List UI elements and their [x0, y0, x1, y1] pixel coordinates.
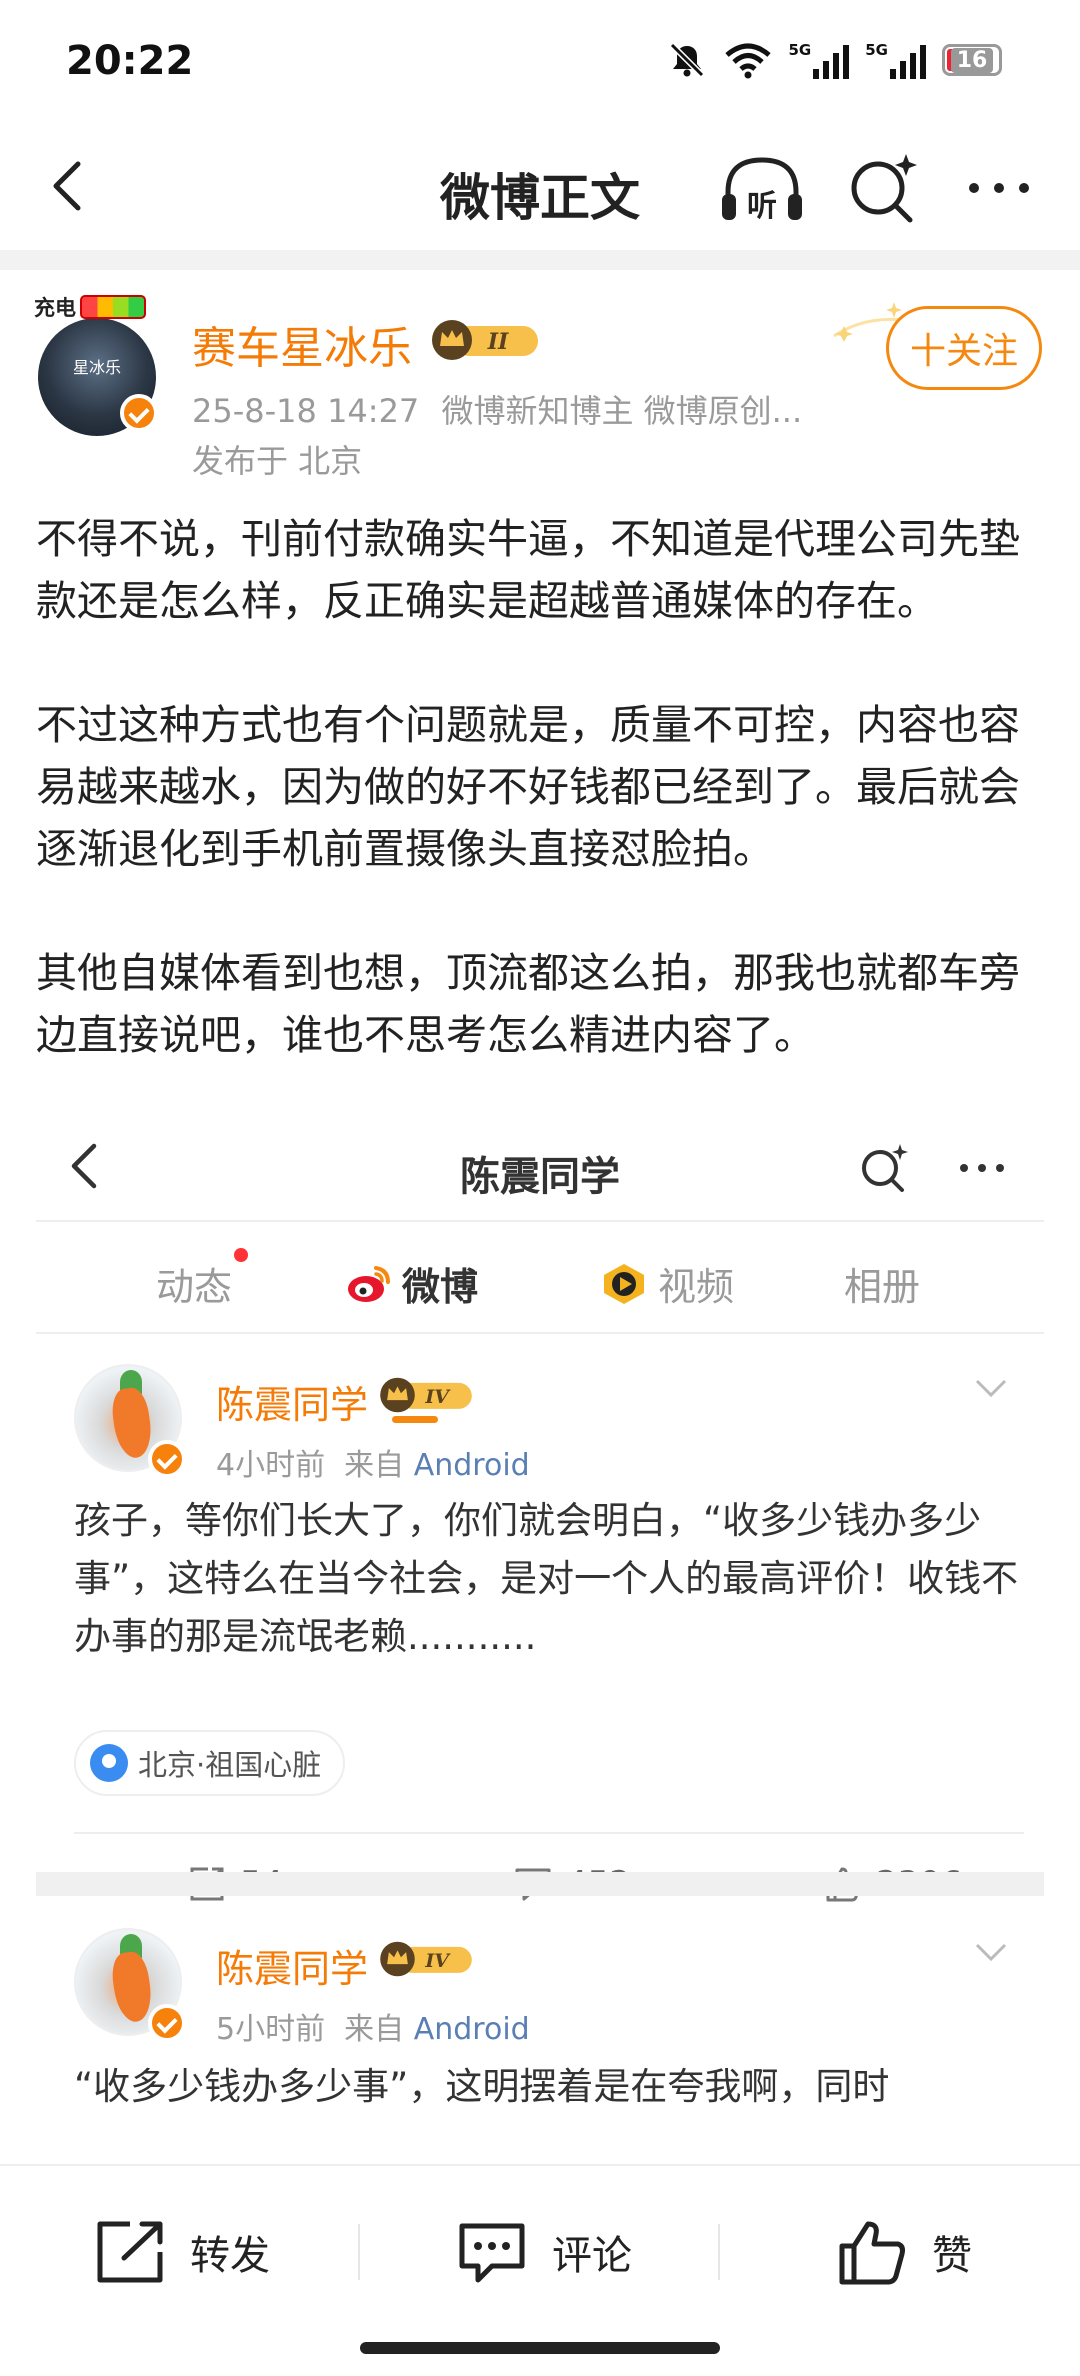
battery-icon: 16 — [942, 44, 1002, 76]
comment-label: 评论 — [552, 2233, 632, 2279]
signal-label: 5G — [865, 41, 888, 59]
post-time: 4小时前 — [216, 1448, 326, 1483]
post-tags: 微博新知博主 微博原创... — [441, 392, 803, 430]
embedded-screenshot[interactable]: 陈震同学 动态 微博 视频 相册 陈震同学 IV 4小时前 来自 Android… — [36, 1100, 1044, 2165]
repost-button[interactable]: 转发 — [94, 2212, 270, 2292]
chevron-down-icon — [975, 1379, 1007, 1398]
author-name: 陈震同学 — [216, 1947, 369, 1991]
home-indicator[interactable] — [360, 2342, 720, 2354]
like-label: 赞 — [932, 2233, 972, 2279]
like-button[interactable]: 赞 — [836, 2212, 972, 2292]
post-paragraph: 其他自媒体看到也想，顶流都这么拍，那我也就都车旁边直接说吧，谁也不思考怎么精进内… — [36, 949, 1020, 1059]
post-meta: 5小时前 来自 Android — [216, 2004, 530, 2048]
mute-bell-icon — [669, 42, 704, 78]
embed-tabs: 动态 微博 视频 相册 — [36, 1222, 1044, 1423]
chevron-down-icon — [975, 1943, 1007, 1962]
post-time: 25-8-18 14:27 — [192, 392, 420, 430]
signal-label: 5G — [788, 41, 812, 59]
repost-icon — [97, 2221, 163, 2283]
divider — [718, 2224, 720, 2280]
post-paragraph: 不得不说，刊前付款确实牛逼，不知道是代理公司先垫款还是怎么样，反正确实是超越普通… — [36, 515, 1020, 625]
listen-icon: 听 — [722, 157, 802, 224]
tab-label: 动态 — [156, 1265, 233, 1309]
charge-label: 充电 — [34, 296, 76, 320]
vip-badge: IV — [380, 1941, 472, 1977]
comment-icon — [459, 2223, 525, 2283]
like-icon — [839, 2221, 905, 2285]
battery-icon — [80, 295, 146, 319]
vip-badge: II — [432, 320, 538, 360]
repost-label: 转发 — [190, 2233, 270, 2279]
comment-button[interactable]: 评论 — [456, 2212, 632, 2292]
tab-video: 视频 — [600, 1256, 734, 1311]
follow-button[interactable]: 十关注 — [886, 306, 1042, 390]
section-divider — [0, 250, 1080, 270]
post-text: 孩子，等你们长大了，你们就会明白，“收多少钱办多少事”，这特么在当今社会，是对一… — [74, 1499, 1019, 1658]
notification-dot — [234, 1248, 248, 1262]
tab-feed: 动态 — [156, 1256, 232, 1311]
verified-icon — [120, 394, 158, 432]
post-text: “收多少钱办多少事”，这明摆着是在夸我啊，同时 — [74, 2065, 890, 2108]
top-nav: 微博正文 听 — [0, 120, 1080, 250]
more-icon[interactable] — [964, 176, 1034, 200]
post-meta: 4小时前 来自 Android — [216, 1440, 530, 1484]
author-avatar[interactable]: 充电 星冰乐 — [34, 292, 164, 436]
embed-post: 陈震同学 IV 4小时前 来自 Android 孩子，等你们长大了，你们就会明白… — [36, 1332, 1044, 1904]
source-prefix: 来自 — [344, 2012, 405, 2047]
search-icon — [862, 1144, 908, 1192]
listen-button[interactable]: 听 — [718, 150, 806, 230]
search-icon[interactable] — [846, 150, 922, 226]
battery-level: 16 — [950, 47, 994, 73]
location-pin-icon — [90, 1744, 128, 1782]
tab-label: 微博 — [402, 1265, 479, 1309]
author-name: 陈震同学 — [216, 1383, 369, 1427]
post-meta: 25-8-18 14:27 微博新知博主 微博原创... — [192, 386, 814, 432]
post-body: 不得不说，刊前付款确实牛逼，不知道是代理公司先垫款还是怎么样，反正确实是超越普通… — [36, 508, 1046, 1066]
status-time: 20:22 — [66, 38, 194, 84]
vip-level: IV — [424, 1950, 451, 1972]
section-divider — [36, 1872, 1044, 1896]
source-prefix: 来自 — [344, 1448, 405, 1483]
video-icon — [604, 1263, 644, 1304]
post-source: Android — [413, 2012, 530, 2047]
location-tag: 北京·祖国心脏 — [74, 1730, 346, 1796]
listen-label: 听 — [747, 189, 777, 224]
post-paragraph: 不过这种方式也有个问题就是，质量不可控，内容也容易越来越水，因为做的好不好钱都已… — [36, 701, 1020, 873]
vip-badge: IV — [380, 1377, 472, 1413]
bottom-action-bar: 转发 评论 赞 — [0, 2164, 1080, 2376]
avatar-text: 星冰乐 — [72, 358, 121, 377]
charge-badge: 充电 — [34, 292, 146, 322]
status-icons: 5G 5G 16 — [667, 40, 1002, 80]
signal-icon: 5G — [789, 41, 850, 79]
post-source: Android — [413, 1448, 530, 1483]
signal-icon: 5G — [865, 41, 926, 79]
author-name[interactable]: 赛车星冰乐 — [192, 312, 412, 376]
vip-level: II — [487, 329, 509, 355]
post-time: 5小时前 — [216, 2012, 326, 2047]
more-icon — [960, 1164, 1004, 1172]
embed-post: 陈震同学 IV 5小时前 来自 Android “收多少钱办多少事”，这明摆着是… — [36, 1896, 1044, 2165]
location-label: 北京·祖国心脏 — [138, 1748, 322, 1782]
tab-album: 相册 — [844, 1256, 920, 1311]
embed-nav: 陈震同学 — [36, 1100, 1044, 1220]
status-bar: 20:22 5G 5G 16 — [0, 0, 1080, 120]
tab-label: 相册 — [844, 1265, 921, 1309]
wifi-icon — [724, 43, 771, 79]
verified-icon — [148, 2004, 186, 2042]
verified-icon — [148, 1440, 186, 1478]
post-location: 发布于 北京 — [192, 442, 363, 480]
tab-weibo: 微博 — [346, 1256, 478, 1311]
tab-label: 视频 — [658, 1265, 735, 1309]
divider — [358, 2224, 360, 2280]
weibo-logo-icon — [348, 1265, 390, 1302]
vip-level: IV — [424, 1386, 451, 1408]
